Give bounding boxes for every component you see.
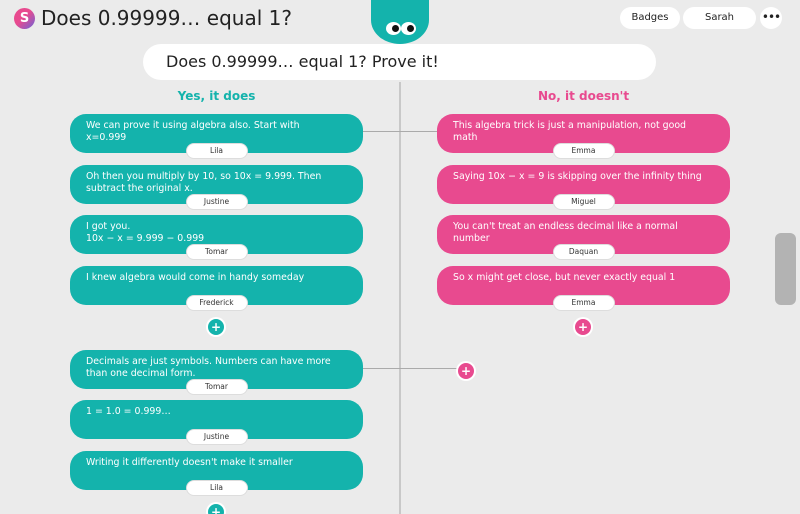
argument-text: This algebra trick is just a manipulatio… <box>453 120 687 143</box>
author-badge: Tomar <box>186 245 247 259</box>
no-column-title: No, it doesn't <box>537 89 630 103</box>
yes-column-title: Yes, it does <box>177 89 256 103</box>
plus-icon: + <box>208 504 224 514</box>
page-title: Does 0.99999… equal 1? <box>41 6 292 30</box>
argument-text: Decimals are just symbols. Numbers can h… <box>86 356 331 379</box>
badges-button[interactable]: Badges <box>620 7 680 29</box>
author-badge: Lila <box>186 481 247 495</box>
argument-card[interactable]: You can't treat an endless decimal like … <box>437 215 730 259</box>
more-options-icon[interactable]: ••• <box>760 7 782 29</box>
add-argument-button[interactable]: + <box>206 502 226 514</box>
author-badge: Emma <box>553 296 614 310</box>
add-counter-argument-button[interactable]: + <box>456 361 476 381</box>
app-logo[interactable]: S <box>14 8 35 29</box>
author-badge: Miguel <box>553 195 614 209</box>
argument-text: Oh then you multiply by 10, so 10x = 9.9… <box>86 171 322 194</box>
argument-text: So x might get close, but never exactly … <box>453 272 676 283</box>
argument-card[interactable]: 1 = 1.0 = 0.999… Justine <box>70 400 363 444</box>
argument-card[interactable]: Writing it differently doesn't make it s… <box>70 451 363 495</box>
mascot-character <box>371 0 429 44</box>
plus-icon: + <box>208 319 224 335</box>
add-argument-button[interactable]: + <box>573 317 593 337</box>
column-divider <box>399 82 401 514</box>
argument-text: I knew algebra would come in handy somed… <box>86 272 305 283</box>
argument-card[interactable]: Saying 10x − x = 9 is skipping over the … <box>437 165 730 209</box>
plus-icon: + <box>575 319 591 335</box>
argument-card[interactable]: This algebra trick is just a manipulatio… <box>437 114 730 158</box>
author-badge: Daquan <box>553 245 614 259</box>
add-argument-button[interactable]: + <box>206 317 226 337</box>
debate-question: Does 0.99999… equal 1? Prove it! <box>143 44 656 80</box>
argument-text: Writing it differently doesn't make it s… <box>86 457 293 468</box>
argument-text: 1 = 1.0 = 0.999… <box>86 406 171 417</box>
argument-connector <box>363 131 437 132</box>
plus-icon: + <box>458 363 474 379</box>
argument-text: I got you. 10x − x = 9.999 − 0.999 <box>86 221 205 244</box>
mascot-eye-left <box>386 22 401 35</box>
user-button[interactable]: Sarah <box>683 7 756 29</box>
author-badge: Justine <box>186 195 247 209</box>
argument-connector <box>363 368 457 369</box>
argument-card[interactable]: We can prove it using algebra also. Star… <box>70 114 363 158</box>
argument-text: Saying 10x − x = 9 is skipping over the … <box>453 171 702 182</box>
argument-text: You can't treat an endless decimal like … <box>453 221 678 244</box>
author-badge: Lila <box>186 144 247 158</box>
author-badge: Tomar <box>186 380 247 394</box>
argument-text: We can prove it using algebra also. Star… <box>86 120 300 143</box>
author-badge: Emma <box>553 144 614 158</box>
author-badge: Justine <box>186 430 247 444</box>
argument-card[interactable]: I knew algebra would come in handy somed… <box>70 266 363 310</box>
argument-card[interactable]: I got you. 10x − x = 9.999 − 0.999 Tomar <box>70 215 363 259</box>
argument-card[interactable]: Oh then you multiply by 10, so 10x = 9.9… <box>70 165 363 209</box>
author-badge: Frederick <box>186 296 247 310</box>
scrollbar-thumb[interactable] <box>775 233 796 305</box>
mascot-eye-right <box>401 22 416 35</box>
argument-card[interactable]: So x might get close, but never exactly … <box>437 266 730 310</box>
argument-card[interactable]: Decimals are just symbols. Numbers can h… <box>70 350 363 394</box>
